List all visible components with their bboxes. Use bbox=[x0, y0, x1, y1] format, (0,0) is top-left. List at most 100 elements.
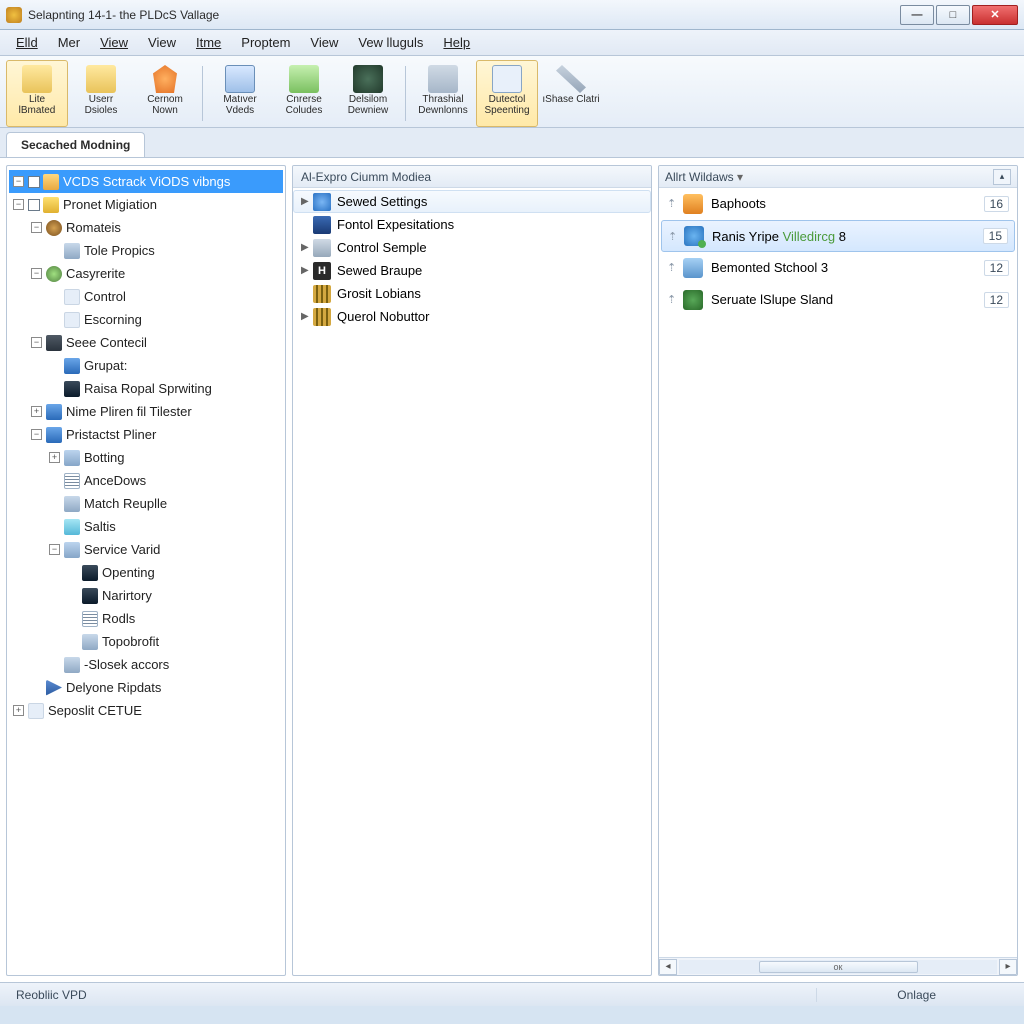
expander-icon[interactable]: − bbox=[13, 199, 24, 210]
scroll-track[interactable]: ок bbox=[679, 960, 997, 974]
right-label: Ranis Yripe Villedircg 8 bbox=[712, 229, 846, 244]
tree-item[interactable]: −Seee Contecil bbox=[9, 331, 283, 354]
right-header[interactable]: Allrt Wildaws ▴ bbox=[659, 166, 1017, 188]
tree-item[interactable]: Topobrofit bbox=[9, 630, 283, 653]
list-item[interactable]: ▶Sewed Settings bbox=[293, 190, 651, 213]
toolbar-matver[interactable]: MatıverVdeds bbox=[209, 60, 271, 127]
scroll-up-button[interactable]: ▴ bbox=[993, 169, 1011, 185]
menu-help[interactable]: Help bbox=[433, 32, 480, 53]
expander-icon[interactable]: + bbox=[31, 406, 42, 417]
tree-item[interactable]: Control bbox=[9, 285, 283, 308]
scroll-right-icon[interactable]: ▸ bbox=[999, 959, 1017, 975]
right-item[interactable]: ⇡Bemonted Stchool 312 bbox=[659, 252, 1017, 284]
expander-icon[interactable]: − bbox=[49, 544, 60, 555]
tree-item[interactable]: −Pristactst Pliner bbox=[9, 423, 283, 446]
statusbar: Reobliic VPD Onlage bbox=[0, 982, 1024, 1006]
scroll-thumb[interactable]: ок bbox=[759, 961, 918, 973]
maximize-button[interactable]: □ bbox=[936, 5, 970, 25]
minimize-button[interactable]: — bbox=[900, 5, 934, 25]
list-item[interactable]: ▶HSewed Braupe bbox=[293, 259, 651, 282]
ri-2-icon bbox=[684, 226, 704, 246]
menu-proptem[interactable]: Proptem bbox=[231, 32, 300, 53]
right-item[interactable]: ⇡Baphoots16 bbox=[659, 188, 1017, 220]
toolbar-lite[interactable]: LitelBmated bbox=[6, 60, 68, 127]
right-label: Baphoots bbox=[711, 196, 766, 211]
toolbar-userr[interactable]: UserrDsioles bbox=[70, 60, 132, 127]
tree-item[interactable]: −Romateis bbox=[9, 216, 283, 239]
tree-item[interactable]: +Seposlit CETUE bbox=[9, 699, 283, 722]
pin-icon: ⇡ bbox=[668, 230, 680, 243]
close-button[interactable]: ✕ bbox=[972, 5, 1018, 25]
tree-item[interactable]: Delyone Ripdats bbox=[9, 676, 283, 699]
expander-icon[interactable]: − bbox=[31, 337, 42, 348]
tree-item[interactable]: AnceDows bbox=[9, 469, 283, 492]
menu-view-2[interactable]: View bbox=[138, 32, 186, 53]
expander-icon[interactable]: − bbox=[31, 222, 42, 233]
checkbox[interactable] bbox=[28, 176, 40, 188]
tree-item[interactable]: Escorning bbox=[9, 308, 283, 331]
toolbar-thrashial[interactable]: ThrashialDewnlonns bbox=[412, 60, 474, 127]
right-list[interactable]: ⇡Baphoots16⇡Ranis Yripe Villedircg 815⇡B… bbox=[659, 188, 1017, 957]
toolbar-cnrerse[interactable]: CnrerseColudes bbox=[273, 60, 335, 127]
menu-itme[interactable]: Itme bbox=[186, 32, 231, 53]
right-pane: Allrt Wildaws ▴ ⇡Baphoots16 ⇡ Ranis Yripe … bbox=[658, 165, 1018, 976]
tree-label: Nime Pliren fil Tilester bbox=[66, 404, 192, 419]
tree-item[interactable]: Raisa Ropal Sprwiting bbox=[9, 377, 283, 400]
tab-secached-modning[interactable]: Secached Modning bbox=[6, 132, 145, 157]
menu-view-3[interactable]: View bbox=[300, 32, 348, 53]
tree-item[interactable]: −Service Varid bbox=[9, 538, 283, 561]
tree-label: Escorning bbox=[84, 312, 142, 327]
toolbar-delsilom[interactable]: DelsilomDewniew bbox=[337, 60, 399, 127]
menu-mer[interactable]: Mer bbox=[48, 32, 90, 53]
count-badge: 12 bbox=[984, 260, 1009, 276]
list-item[interactable]: ▶Control Semple bbox=[293, 236, 651, 259]
toolbar-cernom[interactable]: CernomNown bbox=[134, 60, 196, 127]
expander-icon[interactable]: + bbox=[13, 705, 24, 716]
tree-item[interactable]: Saltis bbox=[9, 515, 283, 538]
middle-list[interactable]: ▶Sewed SettingsFontol Expesitations▶Cont… bbox=[293, 188, 651, 975]
expander-icon[interactable]: − bbox=[31, 268, 42, 279]
navigation-tree[interactable]: −VCDS Sctrack ViODS vibngs−Pronet Migiat… bbox=[7, 166, 285, 975]
middle-pane: Al-Expro Ciumm Modiea ▶Sewed SettingsFon… bbox=[292, 165, 652, 976]
expander-icon[interactable]: − bbox=[13, 176, 24, 187]
tree-item[interactable]: − Pronet Migiation bbox=[9, 193, 283, 216]
tree-item[interactable]: Rodls bbox=[9, 607, 283, 630]
tree-item[interactable]: −Casyrerite bbox=[9, 262, 283, 285]
list-label: Sewed Braupe bbox=[337, 263, 422, 278]
toolbar-dutectol[interactable]: DutectolSpeenting bbox=[476, 60, 538, 127]
right-item[interactable]: ⇡Seruate lSlupe Sland12 bbox=[659, 284, 1017, 316]
list-label: Querol Nobuttor bbox=[337, 309, 430, 324]
tree-item[interactable]: −VCDS Sctrack ViODS vibngs bbox=[9, 170, 283, 193]
right-item[interactable]: ⇡Ranis Yripe Villedircg 815 bbox=[661, 220, 1015, 252]
right-scrollbar[interactable]: ◂ ок ▸ bbox=[659, 957, 1017, 975]
window-title: Selapnting 14-1- the PLDcS Vallage bbox=[28, 8, 898, 22]
list-item[interactable]: Grosit Lobians bbox=[293, 282, 651, 305]
list-item[interactable]: Fontol Expesitations bbox=[293, 213, 651, 236]
menu-vew-lluguls[interactable]: Vew lluguls bbox=[348, 32, 433, 53]
list-item[interactable]: ▶Querol Nobuttor bbox=[293, 305, 651, 328]
menu-file[interactable]: Elld bbox=[6, 32, 48, 53]
ic-doc-icon bbox=[225, 65, 255, 93]
tabstrip: Secached Modning bbox=[0, 128, 1024, 158]
menu-view-1[interactable]: View bbox=[90, 32, 138, 53]
ni-root-icon bbox=[43, 174, 59, 190]
right-header-label[interactable]: Allrt Wildaws bbox=[665, 170, 743, 184]
tree-item[interactable]: +Botting bbox=[9, 446, 283, 469]
ni-mon-icon bbox=[82, 588, 98, 604]
checkbox[interactable] bbox=[28, 199, 40, 211]
tree-item[interactable]: Grupat: bbox=[9, 354, 283, 377]
tree-label: Pronet Migiation bbox=[63, 197, 157, 212]
tree-item[interactable]: Tole Propics bbox=[9, 239, 283, 262]
expander-icon[interactable]: − bbox=[31, 429, 42, 440]
tree-item[interactable]: Match Reuplle bbox=[9, 492, 283, 515]
ni-dark-icon bbox=[46, 335, 62, 351]
pin-icon: ⇡ bbox=[667, 293, 679, 306]
tree-item[interactable]: + Nime Pliren fil Tilester bbox=[9, 400, 283, 423]
ni-card-icon bbox=[64, 496, 80, 512]
toolbar-shaseclatri[interactable]: ıShase Clatri bbox=[540, 60, 602, 127]
tree-item[interactable]: -Slosek accors bbox=[9, 653, 283, 676]
expander-icon[interactable]: + bbox=[49, 452, 60, 463]
tree-item[interactable]: Narirtory bbox=[9, 584, 283, 607]
tree-item[interactable]: Openting bbox=[9, 561, 283, 584]
scroll-left-icon[interactable]: ◂ bbox=[659, 959, 677, 975]
